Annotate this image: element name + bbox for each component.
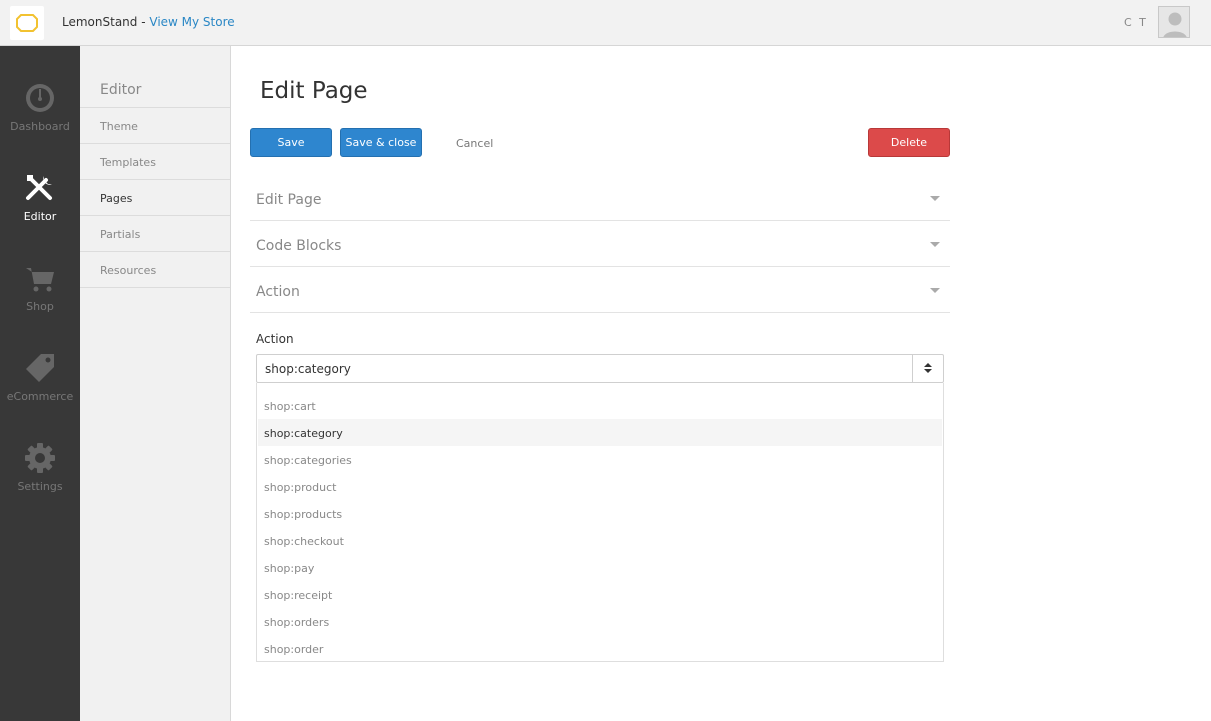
cart-icon: [26, 268, 54, 292]
nav-label-dashboard: Dashboard: [10, 120, 70, 133]
delete-button[interactable]: Delete: [868, 128, 950, 157]
lemon-logo-icon: [16, 14, 38, 32]
option-label: shop:pay: [264, 562, 315, 575]
section-title: Action: [256, 284, 300, 300]
nav-label-editor: Editor: [23, 210, 57, 223]
caret-down-icon: [930, 242, 940, 247]
tag-icon: [26, 354, 54, 382]
brand-name: LemonStand -: [62, 15, 146, 29]
arrow-up-icon: [924, 363, 932, 367]
section-title: Code Blocks: [256, 238, 342, 254]
brand: LemonStand - View My Store: [62, 15, 235, 29]
option-label: shop:orders: [264, 616, 330, 629]
dashboard-gauge-icon: [26, 84, 54, 112]
caret-down-icon: [930, 196, 940, 201]
subnav-item-label: Theme: [100, 120, 138, 133]
subnav-item-label: Resources: [100, 264, 157, 277]
top-bar: LemonStand - View My Store C T: [0, 0, 1211, 46]
option-label: shop:receipt: [264, 589, 333, 602]
view-store-link[interactable]: View My Store: [149, 15, 234, 29]
nav-label-settings: Settings: [17, 480, 63, 493]
dropdown-option[interactable]: shop:receipt: [258, 581, 942, 608]
subnav-item-templates[interactable]: Templates: [80, 144, 230, 180]
option-label: shop:cart: [264, 400, 316, 413]
dropdown-option[interactable]: shop:categories: [258, 446, 942, 473]
option-label: shop:categories: [264, 454, 352, 467]
subnav-item-resources[interactable]: Resources: [80, 252, 230, 288]
option-label: shop:products: [264, 508, 343, 521]
nav-label-shop: Shop: [26, 300, 54, 313]
dropdown-option[interactable]: shop:product: [258, 473, 942, 500]
save-close-button[interactable]: Save & close: [340, 128, 422, 157]
tools-icon: [26, 175, 52, 200]
arrow-down-icon: [924, 369, 932, 373]
option-label: shop:checkout: [264, 535, 344, 548]
dropdown-option[interactable]: shop:cart: [258, 392, 942, 419]
user-initials: C T: [1124, 16, 1148, 29]
section-code-blocks[interactable]: Code Blocks: [250, 221, 950, 267]
nav-label-ecommerce: eCommerce: [6, 390, 74, 403]
page-title: Edit Page: [260, 78, 368, 104]
lemonstand-logo[interactable]: [10, 6, 44, 40]
sub-nav: Editor Theme Templates Pages Partials Re…: [80, 46, 231, 721]
caret-down-icon: [930, 288, 940, 293]
action-dropdown-list: shop:cart shop:category shop:categories …: [256, 383, 944, 662]
subnav-title: Editor: [100, 82, 142, 98]
subnav-item-label: Pages: [100, 192, 133, 205]
save-button[interactable]: Save: [250, 128, 332, 157]
option-label: shop:category: [264, 427, 343, 440]
dropdown-option[interactable]: shop:products: [258, 500, 942, 527]
section-title: Edit Page: [256, 192, 322, 208]
subnav-item-pages[interactable]: Pages: [80, 180, 230, 216]
subnav-item-theme[interactable]: Theme: [80, 108, 230, 144]
dropdown-option[interactable]: shop:checkout: [258, 527, 942, 554]
nav-item-ecommerce[interactable]: eCommerce: [0, 352, 80, 432]
nav-item-shop[interactable]: Shop: [0, 262, 80, 342]
user-avatar-icon: [1159, 7, 1189, 37]
gear-icon: [25, 443, 55, 473]
action-select-value: shop:category: [265, 362, 351, 376]
nav-item-settings[interactable]: Settings: [0, 442, 80, 522]
dropdown-option[interactable]: shop:order: [258, 635, 942, 662]
dropdown-option[interactable]: shop:orders: [258, 608, 942, 635]
option-label: shop:order: [264, 643, 324, 656]
section-action[interactable]: Action: [250, 267, 950, 313]
select-arrows-icon[interactable]: [912, 355, 943, 382]
subnav-item-label: Partials: [100, 228, 141, 241]
section-edit-page[interactable]: Edit Page: [250, 175, 950, 221]
dropdown-option[interactable]: shop:pay: [258, 554, 942, 581]
subnav-item-label: Templates: [100, 156, 156, 169]
main-nav: Dashboard Editor Shop eCommerce Settings: [0, 46, 80, 721]
option-label: shop:product: [264, 481, 337, 494]
dropdown-option-selected[interactable]: shop:category: [258, 419, 942, 446]
avatar[interactable]: [1158, 6, 1190, 38]
cancel-button[interactable]: Cancel: [456, 137, 493, 150]
action-select[interactable]: shop:category: [256, 354, 944, 383]
subnav-item-partials[interactable]: Partials: [80, 216, 230, 252]
nav-item-editor[interactable]: Editor: [0, 172, 80, 252]
action-field-label: Action: [256, 332, 294, 346]
nav-item-dashboard[interactable]: Dashboard: [0, 82, 80, 162]
